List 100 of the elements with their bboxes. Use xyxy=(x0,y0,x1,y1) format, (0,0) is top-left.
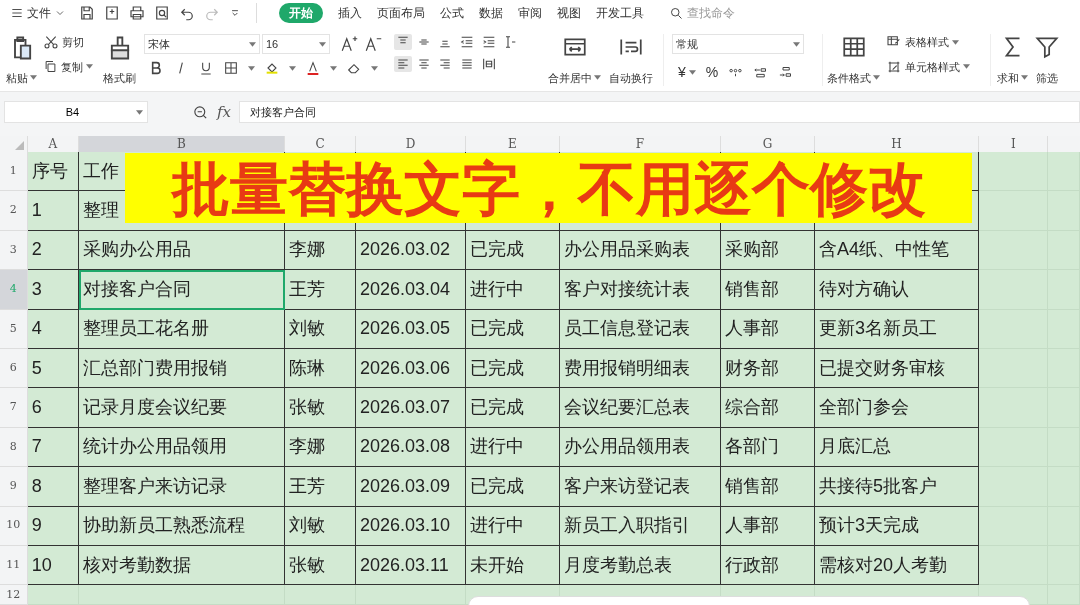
table-cell[interactable]: 2026.03.10 xyxy=(356,506,466,546)
copy-button[interactable]: 复制 xyxy=(43,58,103,75)
table-cell[interactable]: 2026.03.06 xyxy=(356,348,466,389)
outdent-icon[interactable] xyxy=(459,34,475,50)
table-cell[interactable]: 7 xyxy=(27,427,80,468)
table-cell[interactable]: 2026.03.11 xyxy=(356,545,466,586)
table-cell[interactable]: 采购部 xyxy=(720,230,815,271)
table-cell[interactable]: 预计3天完成 xyxy=(814,506,979,546)
cut-button[interactable]: 剪切 xyxy=(43,34,103,51)
align-left-icon[interactable] xyxy=(394,56,412,72)
row-header[interactable]: 6 xyxy=(0,348,28,389)
currency-button[interactable]: ¥ xyxy=(678,62,696,83)
caret-icon[interactable] xyxy=(30,75,37,81)
table-cell[interactable]: 办公用品领用表 xyxy=(559,427,721,468)
caret-icon[interactable] xyxy=(248,65,255,71)
table-cell[interactable]: 6 xyxy=(27,388,80,428)
table-cell[interactable]: 刘敏 xyxy=(284,309,356,349)
distribute-icon[interactable] xyxy=(480,56,497,72)
ribbon-tab[interactable]: 审阅 xyxy=(518,4,542,22)
table-cell[interactable]: 客户来访登记表 xyxy=(559,467,721,507)
zoom-icon[interactable] xyxy=(192,103,209,121)
table-cell[interactable]: 4 xyxy=(27,309,80,349)
function-button[interactable]: fx xyxy=(217,100,231,124)
font-shrink-icon[interactable] xyxy=(364,35,382,53)
table-cell[interactable]: 2026.03.07 xyxy=(356,388,466,428)
ribbon-tab[interactable]: 插入 xyxy=(338,4,362,22)
grid-icon[interactable] xyxy=(840,34,867,60)
caret-icon[interactable] xyxy=(688,70,696,75)
row-header[interactable]: 10 xyxy=(0,506,28,546)
font-size-field[interactable]: 16 xyxy=(262,34,330,54)
table-cell[interactable]: 2026.03.05 xyxy=(356,309,466,349)
table-cell[interactable]: 2 xyxy=(27,230,80,271)
export-icon[interactable] xyxy=(103,4,121,22)
percent-button[interactable]: % xyxy=(705,62,719,83)
table-cell[interactable]: 序号 xyxy=(27,152,80,192)
caret-icon[interactable] xyxy=(1021,75,1028,81)
table-cell[interactable]: 已完成 xyxy=(465,467,560,507)
border-icon[interactable] xyxy=(223,60,239,76)
font-grow-icon[interactable] xyxy=(340,35,358,53)
table-cell[interactable]: 1 xyxy=(27,191,80,231)
table-cell[interactable]: 月度考勤总表 xyxy=(559,545,721,586)
funnel-icon[interactable] xyxy=(1034,34,1060,60)
table-cell[interactable]: 8 xyxy=(27,467,80,507)
table-cell[interactable]: 陈琳 xyxy=(284,348,356,389)
font-name-field[interactable]: 宋体 xyxy=(144,34,260,54)
font-color-icon[interactable] xyxy=(305,60,321,76)
row-header[interactable]: 3 xyxy=(0,230,28,271)
table-cell[interactable]: 5 xyxy=(27,348,80,389)
table-cell[interactable]: 2026.03.04 xyxy=(356,270,466,310)
caret-icon[interactable] xyxy=(319,41,326,47)
table-cell[interactable]: 汇总部门费用报销 xyxy=(79,348,285,389)
table-cell[interactable]: 各部门 xyxy=(720,427,815,468)
table-cell[interactable]: 进行中 xyxy=(465,427,560,468)
table-cell[interactable]: 客户对接统计表 xyxy=(559,270,721,310)
table-cell[interactable]: 共接待5批客户 xyxy=(814,467,979,507)
wrap-text-button[interactable]: 自动换行 xyxy=(609,34,653,86)
ribbon-tab[interactable]: 数据 xyxy=(479,4,503,22)
row-header[interactable]: 7 xyxy=(0,388,28,428)
row-header[interactable]: 8 xyxy=(0,427,28,468)
merge-center-button[interactable]: 合并居中 xyxy=(548,34,601,86)
caret-icon[interactable] xyxy=(793,41,800,47)
table-cell[interactable]: 已完成 xyxy=(465,348,560,389)
caret-icon[interactable] xyxy=(136,109,143,115)
formula-field[interactable]: 对接客户合同 xyxy=(239,101,1080,123)
conditional-format-button[interactable]: 条件格式 xyxy=(827,34,880,86)
table-cell[interactable]: 待对方确认 xyxy=(814,270,979,310)
table-cell[interactable]: 统计办公用品领用 xyxy=(79,427,285,468)
table-cell[interactable]: 2026.03.02 xyxy=(356,230,466,271)
table-cell[interactable]: 进行中 xyxy=(465,506,560,546)
sum-button[interactable]: 求和 xyxy=(997,34,1028,86)
decrease-decimal-icon[interactable] xyxy=(778,65,794,80)
caret-icon[interactable] xyxy=(330,65,337,71)
file-menu[interactable]: 文件 xyxy=(10,4,66,22)
table-cell[interactable]: 全部门参会 xyxy=(814,388,979,428)
table-cell[interactable]: 王芳 xyxy=(284,467,356,507)
save-icon[interactable] xyxy=(78,4,96,22)
table-cell[interactable]: 3 xyxy=(27,270,80,310)
table-cell[interactable]: 销售部 xyxy=(720,270,815,310)
table-cell[interactable]: 王芳 xyxy=(284,270,356,310)
row-header[interactable]: 5 xyxy=(0,309,28,349)
cell-style-button[interactable]: 单元格样式 xyxy=(886,58,984,75)
table-cell[interactable]: 已完成 xyxy=(465,230,560,271)
column-header[interactable]: B xyxy=(79,136,285,152)
table-cell[interactable]: 采购办公用品 xyxy=(79,230,285,271)
menu-icon[interactable] xyxy=(10,6,24,20)
table-cell[interactable]: 李娜 xyxy=(284,230,356,271)
caret-icon[interactable] xyxy=(249,41,256,47)
row-header[interactable]: 12 xyxy=(0,585,28,605)
ribbon-tab[interactable]: 开发工具 xyxy=(596,4,644,22)
table-cell[interactable]: 费用报销明细表 xyxy=(559,348,721,389)
table-cell[interactable]: 张敏 xyxy=(284,545,356,586)
table-cell[interactable]: 未开始 xyxy=(465,545,560,586)
underline-icon[interactable] xyxy=(198,60,214,76)
ribbon-tab[interactable]: 公式 xyxy=(440,4,464,22)
table-cell[interactable]: 行政部 xyxy=(720,545,815,586)
ribbon-tab[interactable]: 页面布局 xyxy=(377,4,425,22)
row-header[interactable]: 1 xyxy=(0,152,28,192)
table-cell[interactable]: 综合部 xyxy=(720,388,815,428)
table-cell[interactable]: 刘敏 xyxy=(284,506,356,546)
search-icon[interactable] xyxy=(669,5,684,21)
